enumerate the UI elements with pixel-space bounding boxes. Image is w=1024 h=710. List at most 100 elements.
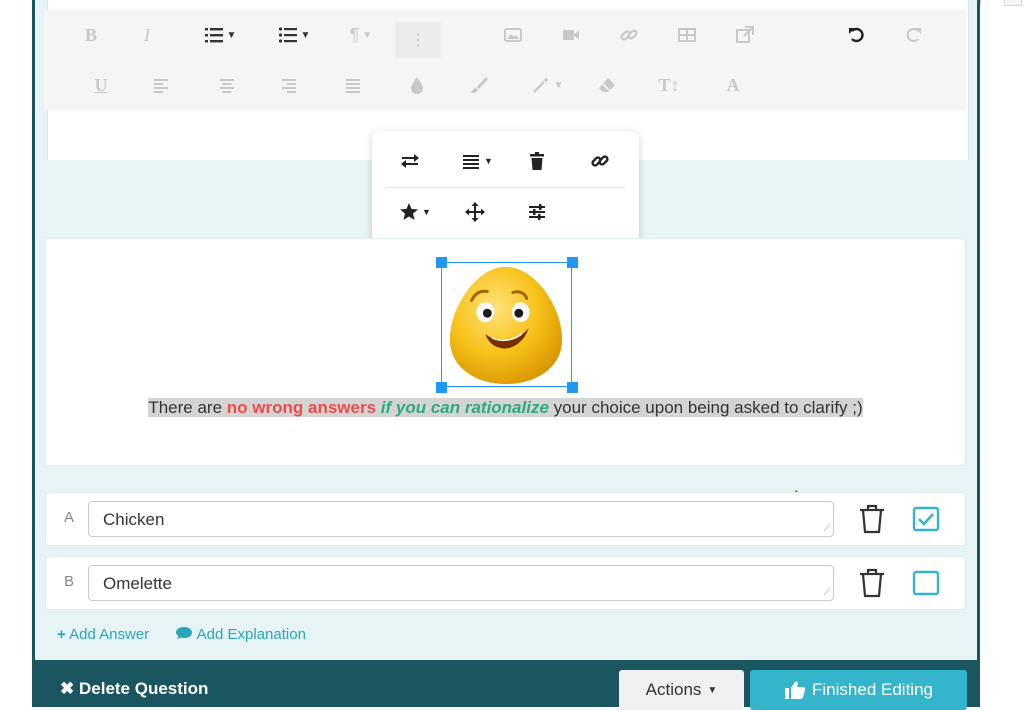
resize-grip-icon[interactable]: ⟋ — [824, 523, 830, 534]
trash-icon[interactable] — [858, 504, 886, 534]
add-explanation-link[interactable]: Add Explanation — [175, 626, 306, 643]
selected-image-frame[interactable] — [441, 262, 572, 387]
caption-highlight-green: if you can rationalize — [380, 398, 549, 417]
align-right-button[interactable] — [272, 68, 306, 102]
align-right-icon — [282, 79, 296, 93]
add-explanation-label: Add Explanation — [196, 626, 306, 643]
resize-handle-top-left[interactable] — [436, 257, 447, 268]
resize-handle-bottom-right[interactable] — [567, 382, 578, 393]
image-link-button[interactable] — [581, 144, 619, 178]
delete-question-button[interactable]: ✖ Delete Question — [60, 679, 208, 699]
undo-icon — [849, 27, 864, 43]
answer-input[interactable]: Omelette ⟋ — [88, 565, 834, 601]
settings-icon — [529, 204, 545, 220]
toolbar-row-2 — [44, 60, 966, 110]
insert-table-button[interactable] — [670, 18, 704, 52]
add-links: + Add Answer Add Explanation — [57, 626, 306, 643]
link-icon — [591, 155, 609, 167]
align-icon — [463, 155, 480, 169]
resize-grip-icon[interactable]: ⟋ — [824, 587, 830, 598]
ordered-list-button[interactable]: ▼ — [190, 18, 250, 52]
magic-format-button[interactable]: ▼ — [522, 68, 572, 102]
image-icon — [504, 28, 522, 42]
unordered-list-icon — [278, 27, 297, 43]
chevron-down-icon: ▼ — [226, 29, 237, 41]
answer-row: A Chicken ⟋ — [45, 492, 966, 546]
delete-question-label: Delete Question — [78, 679, 209, 698]
answer-text: Chicken — [103, 510, 165, 529]
align-center-icon — [220, 79, 234, 93]
italic-button[interactable]: I — [130, 18, 164, 52]
move-icon — [465, 202, 485, 222]
add-answer-link[interactable]: + Add Answer — [57, 626, 149, 643]
insert-image-button[interactable] — [496, 18, 530, 52]
justify-button[interactable] — [336, 68, 370, 102]
checkbox-unchecked-icon[interactable] — [912, 570, 940, 596]
divider — [386, 187, 625, 188]
highlight-button[interactable] — [462, 68, 496, 102]
align-left-button[interactable] — [144, 68, 178, 102]
align-justify-icon — [346, 79, 360, 93]
font-color-button[interactable]: A — [716, 68, 750, 102]
ordered-list-icon — [204, 28, 223, 43]
move-image-button[interactable] — [456, 195, 494, 229]
insert-video-button[interactable] — [554, 18, 588, 52]
image-style-button[interactable]: ▼ — [391, 195, 439, 229]
chevron-down-icon: ▼ — [553, 79, 564, 91]
font-size-button[interactable]: T↕ — [652, 68, 686, 102]
answer-row: B Omelette ⟋ — [45, 556, 966, 610]
caption-highlight-red: no wrong answers — [226, 398, 377, 417]
answer-text: Omelette — [103, 574, 172, 593]
undo-button[interactable] — [840, 18, 874, 52]
video-icon — [563, 30, 579, 40]
question-footer: ✖ Delete Question Actions ▼ Finished Edi… — [32, 660, 980, 710]
link-icon — [620, 29, 638, 41]
more-vertical-icon: ⋮ — [410, 32, 426, 49]
external-link-icon — [736, 26, 754, 43]
chevron-down-icon: ▼ — [484, 156, 493, 166]
finished-editing-label: Finished Editing — [812, 680, 933, 699]
underline-button[interactable]: U — [84, 68, 118, 102]
redo-button[interactable] — [896, 18, 930, 52]
star-icon — [400, 203, 419, 220]
image-align-button[interactable]: ▼ — [452, 144, 502, 178]
chevron-down-icon: ▼ — [300, 29, 311, 41]
resize-handle-bottom-left[interactable] — [436, 382, 447, 393]
actions-dropdown-button[interactable]: Actions ▼ — [619, 670, 744, 710]
plus-icon: + — [57, 626, 66, 643]
insert-link-button[interactable] — [612, 18, 646, 52]
paragraph-format-button[interactable]: ¶ ▼ — [338, 18, 384, 52]
text-color-button[interactable] — [400, 68, 434, 102]
image-settings-button[interactable] — [518, 195, 556, 229]
droplet-icon — [411, 77, 423, 94]
answer-input[interactable]: Chicken ⟋ — [88, 501, 834, 537]
checkbox-checked-icon[interactable] — [912, 506, 940, 532]
thumbs-up-icon — [785, 681, 806, 699]
delete-icon — [530, 152, 544, 170]
align-center-button[interactable] — [210, 68, 244, 102]
delete-image-button[interactable] — [518, 144, 556, 178]
more-options-button[interactable]: ⋮ — [395, 22, 441, 58]
smiling-egg-image — [449, 266, 563, 385]
comment-icon — [176, 627, 193, 639]
trash-icon[interactable] — [858, 568, 886, 598]
question-caption[interactable]: There are no wrong answers if you can ra… — [45, 394, 966, 422]
caret-down-icon: ▼ — [707, 684, 718, 696]
finished-editing-button[interactable]: Finished Editing — [750, 670, 967, 710]
bold-button[interactable]: B — [74, 18, 108, 52]
redo-icon — [906, 28, 921, 42]
eraser-icon — [599, 78, 615, 92]
caption-text-start: There are — [148, 398, 227, 417]
chevron-down-icon: ▼ — [422, 207, 431, 217]
replace-image-button[interactable] — [391, 144, 429, 178]
resize-handle-top-right[interactable] — [567, 257, 578, 268]
paragraph-icon: ¶ — [349, 24, 360, 45]
embed-button[interactable] — [728, 18, 762, 52]
answer-letter: B — [64, 573, 75, 590]
table-icon — [678, 28, 696, 42]
chevron-down-icon: ▼ — [362, 29, 373, 41]
image-toolbar-popover: ▼ ▼ — [372, 131, 639, 242]
clear-format-button[interactable] — [590, 68, 624, 102]
top-tab-fragment — [1004, 0, 1022, 6]
unordered-list-button[interactable]: ▼ — [264, 18, 324, 52]
